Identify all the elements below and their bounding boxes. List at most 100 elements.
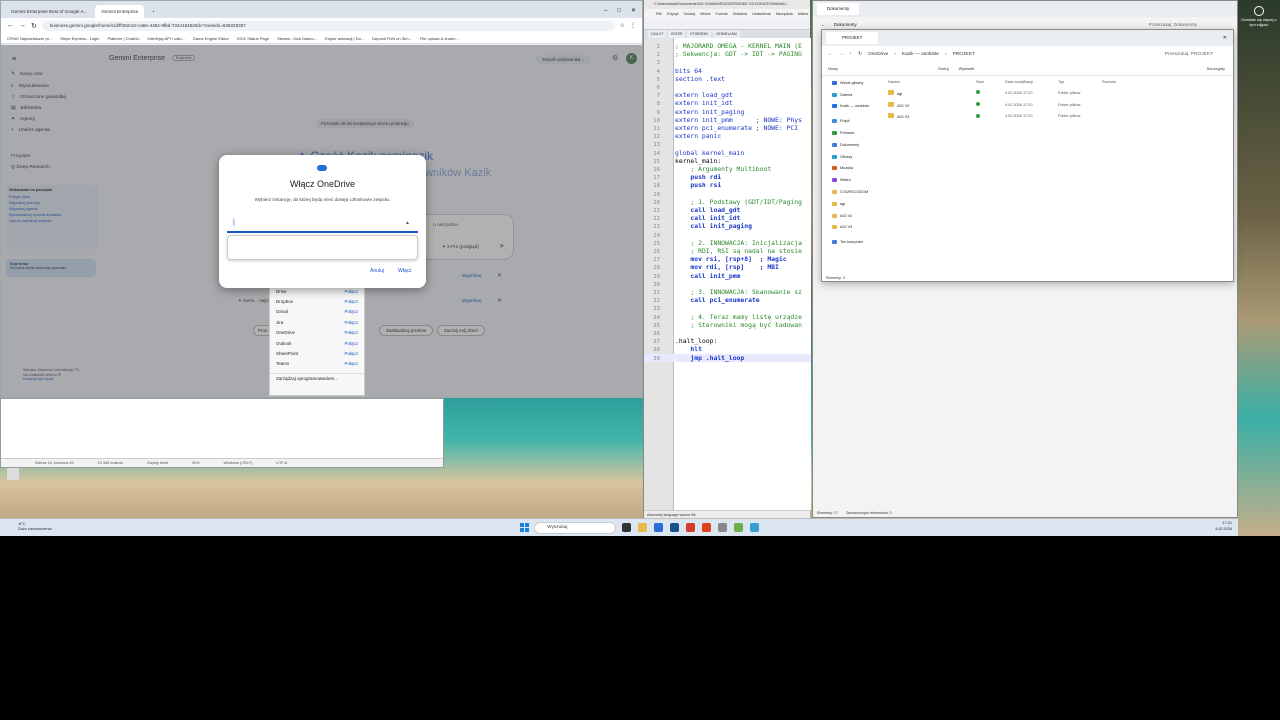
code-line[interactable]: 15 kernel_main: [644,157,811,165]
code-line[interactable]: 23 call init_paging [644,222,811,230]
code-line[interactable]: 24 [644,231,811,239]
brave-icon[interactable] [702,523,711,532]
code-line[interactable]: 8 extern init_idt [644,99,811,107]
search-field[interactable]: Przeszukaj: Dokumenty [1149,22,1197,27]
code-line[interactable]: 28 mov rdi, [rsp] ; MBI [644,263,811,271]
menu-item[interactable]: Widok [700,12,711,16]
code-line[interactable]: 14 global kernel_main [644,149,811,157]
connector-row[interactable]: Jira Połącz [270,317,364,327]
menu-item[interactable]: Makra [798,12,809,16]
code-line[interactable]: 6 [644,83,811,91]
search-field[interactable]: Przeszukaj: PROJEKT [1165,52,1213,57]
code-line[interactable]: 35 ; Sterowniki mogą być ładowan [644,321,811,329]
nav-item[interactable]: AGI V2 [822,210,876,222]
nav-item[interactable]: Kazik — osobiste [822,101,876,113]
chrome-icon[interactable] [686,523,695,532]
explorer-tab[interactable]: Dokumenty [817,3,860,15]
code-line[interactable]: 31 ; 3. INNOWACJA: Skanowanie sz [644,288,811,296]
manage-connectors[interactable]: Zarządzaj oprogramowaniem... [270,373,364,383]
explorer-window[interactable]: PROJEKT ✕ ← → ↑ ↻ OneDrive › Kazik — oso… [821,29,1234,282]
start-icon[interactable] [520,523,529,532]
code-line[interactable]: 4 bits 64 [644,67,811,75]
breadcrumb[interactable]: Dokumenty [834,22,857,27]
bookmark[interactable]: Edytor animacji | Do... [325,36,364,41]
code-line[interactable]: 27 mov rsi, [rsp+8] ; Magic [644,255,811,263]
code-line[interactable]: 26 ; RDI, RSI są nadal na stosie [644,247,811,255]
nav-item[interactable]: Ten komputer [822,236,876,248]
nav-item[interactable]: agi [822,198,876,210]
code-line[interactable]: 30 [644,280,811,288]
col-size[interactable]: Rozmiar [1102,80,1116,84]
notepadpp-icon[interactable] [734,523,743,532]
bookmark[interactable]: CFMG Najmaniaczer pr... [7,36,52,41]
taskbar-search[interactable]: Wyszukaj [534,522,616,534]
code-line[interactable]: 39 jmp .halt_loop [644,353,811,362]
bookmark[interactable]: Interfejsy API i usłu... [147,36,184,41]
bookmark[interactable]: Stripe Express - Login [60,36,99,41]
code-line[interactable]: 19 [644,190,811,198]
code-line[interactable]: 21 call load_gdt [644,206,811,214]
new-button[interactable]: Nowy [828,66,838,71]
instance-options[interactable] [227,235,418,260]
menu-item[interactable]: Ustawienia [752,12,771,16]
connector-row[interactable]: OneDrive Połącz [270,328,364,338]
notepad-window[interactable]: Wiersz 16, kolumna 45 10 385 znaków Zwyk… [0,398,444,468]
nav-item[interactable]: COURSCODGM [822,186,876,198]
code-line[interactable]: 33 [644,304,811,312]
code-line[interactable]: 37 .halt_loop: [644,337,811,345]
code-line[interactable]: 34 ; 4. Teraz mamy listę urządze [644,313,811,321]
code-line[interactable]: 3 [644,58,811,66]
file-tab[interactable]: ENTER [668,30,686,38]
nav-item[interactable]: Muzyka [822,163,876,175]
store-icon[interactable] [670,523,679,532]
menu-item[interactable]: Składnia [733,12,748,16]
npp-toolbar[interactable] [644,18,810,30]
taskview-icon[interactable] [622,523,631,532]
nav-item[interactable]: Widok główny [822,77,876,89]
code-line[interactable]: 17 push rdi [644,173,811,181]
bookmark[interactable]: Game Engine Editor [193,36,229,41]
nav-item[interactable]: Galeria [822,89,876,101]
forward-icon[interactable]: → [19,22,26,29]
breadcrumb-item[interactable]: PROJEKT [953,52,975,57]
close-icon[interactable]: ✕ [631,5,636,18]
file-icon[interactable] [718,523,727,532]
code-line[interactable]: 22 call init_idt [644,214,811,222]
app-icon[interactable] [750,523,759,532]
spotlight-widget[interactable]: Dowiedz się więcej o tym zdjęciu [1240,6,1278,27]
menu-item[interactable]: Format [716,12,728,16]
breadcrumb-item[interactable]: Kazik — osobiste [902,52,939,57]
weather-widget[interactable]: -8°C Dużo zachmurzenia [18,522,52,532]
nav-item[interactable]: Obrazy [822,151,876,163]
clock[interactable]: 17:21 4.02.2026 [1215,521,1232,532]
breadcrumb-item[interactable]: OneDrive [868,52,888,57]
maximize-icon[interactable]: □ [617,5,621,18]
bookmark[interactable]: Stream - Kick Dasho... [277,36,317,41]
code-line[interactable]: 2; Sekwencja: GDT -> IDT -> PAGING [644,50,811,58]
code-line[interactable]: 16 ; Argumenty Multiboot [644,165,811,173]
code-line[interactable]: 25 ; 2. INNOWACJA: Inicjalizacja [644,239,811,247]
menu-item[interactable]: Szukaj [684,12,695,16]
close-icon[interactable]: ✕ [1223,35,1227,41]
url-field[interactable]: business.gemini.google/home/cid/ff452ce2… [41,20,615,31]
connector-row[interactable]: SharePoint Połącz [270,348,364,358]
refresh-icon[interactable]: ↻ [858,52,862,57]
menu-item[interactable]: Plik [656,12,662,16]
minimize-icon[interactable]: – [604,5,607,18]
confirm-button[interactable]: Włącz [398,268,412,274]
code-line[interactable]: 7 extern load_gdt [644,91,811,99]
code-line[interactable]: 13 [644,140,811,148]
reload-icon[interactable]: ↻ [31,22,37,30]
col-status[interactable]: Stan [976,80,1005,84]
nav-item[interactable]: Pobrane [822,127,876,139]
browser-tab-active[interactable]: Gemini Enterprise [95,5,145,18]
connector-row[interactable]: Outlook Połącz [270,338,364,348]
nav-item[interactable]: Dokumenty [822,139,876,151]
code-line[interactable]: 38 hlt [644,345,811,353]
new-tab-button[interactable]: + [146,5,161,18]
code-line[interactable]: 32 call pci_enumerate [644,296,811,304]
bookmark[interactable]: File upload & sharin... [420,36,459,41]
notepadpp-window[interactable]: C:\Users\kazik\Documents\AGI V2\MAIN\ROZ… [643,0,811,518]
file-tab[interactable]: KERNELASM [713,30,740,38]
file-tab[interactable]: ETHERENV [687,30,712,38]
